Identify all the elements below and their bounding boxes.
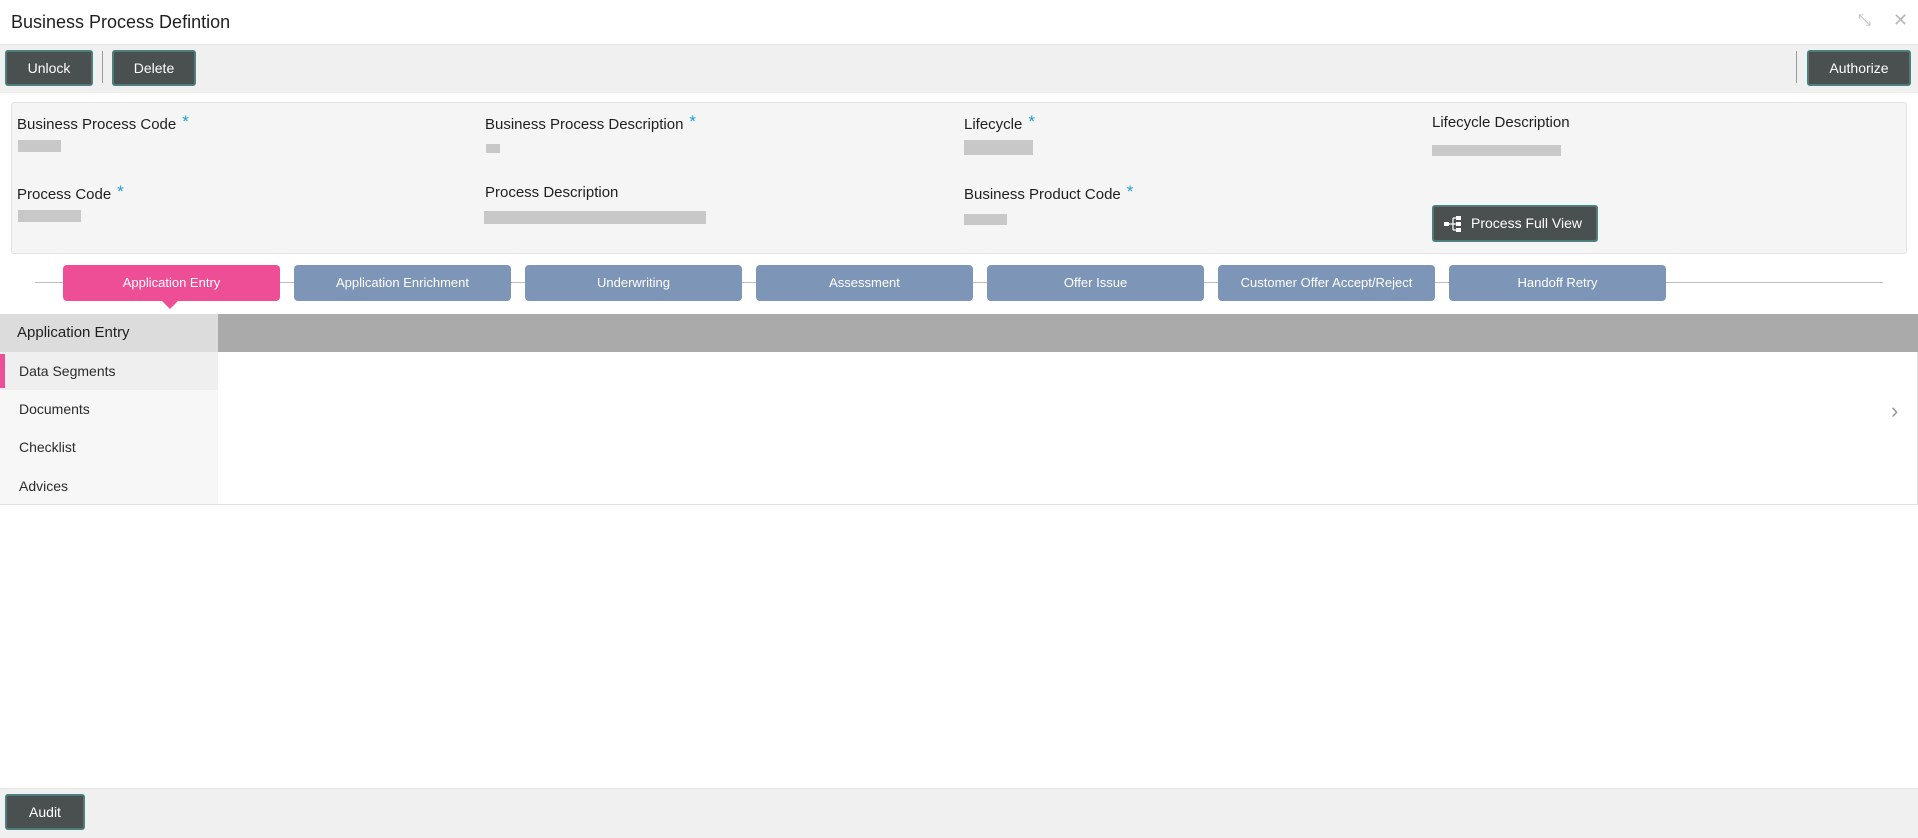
business-process-code-value[interactable] xyxy=(18,140,61,152)
unlock-button[interactable]: Unlock xyxy=(5,50,93,86)
delete-button[interactable]: Delete xyxy=(112,50,196,86)
section-title: Application Entry xyxy=(0,314,218,352)
process-full-view-button[interactable]: Process Full View xyxy=(1432,205,1598,242)
hierarchy-icon xyxy=(1444,216,1461,232)
business-product-code-label: Business Product Code * xyxy=(964,182,1134,203)
required-marker: * xyxy=(689,112,697,131)
authorize-button[interactable]: Authorize xyxy=(1807,50,1911,86)
title-bar: Business Process Defintion ⤡ ✕ xyxy=(0,0,1918,44)
close-icon[interactable]: ✕ xyxy=(1893,10,1908,31)
stage-underwriting[interactable]: Underwriting xyxy=(525,265,742,301)
process-description-value[interactable] xyxy=(484,211,706,224)
chevron-right-icon[interactable]: › xyxy=(1891,398,1898,424)
lifecycle-label: Lifecycle * xyxy=(964,112,1035,133)
section-header-bar xyxy=(218,314,1918,352)
required-marker: * xyxy=(1126,182,1134,201)
page-title: Business Process Defintion xyxy=(11,12,231,32)
active-stage-caret xyxy=(161,300,179,309)
toolbar: Unlock Delete Authorize xyxy=(0,44,1918,93)
audit-button[interactable]: Audit xyxy=(5,794,85,830)
business-product-code-value[interactable] xyxy=(964,214,1007,225)
stage-customer-offer-accept-reject[interactable]: Customer Offer Accept/Reject xyxy=(1218,265,1435,301)
process-header-panel xyxy=(11,102,1907,254)
toolbar-divider xyxy=(1796,51,1797,83)
nav-item-checklist[interactable]: Checklist xyxy=(0,428,218,466)
required-marker: * xyxy=(1028,112,1035,131)
process-code-value[interactable] xyxy=(18,210,81,222)
nav-item-data-segments[interactable]: Data Segments xyxy=(0,352,218,390)
collapse-icon[interactable]: ⤡ xyxy=(1858,12,1871,30)
process-description-label: Process Description xyxy=(485,184,619,201)
lifecycle-value[interactable] xyxy=(964,140,1033,155)
required-marker: * xyxy=(117,182,124,201)
stage-handoff-retry[interactable]: Handoff Retry xyxy=(1449,265,1666,301)
lifecycle-description-value[interactable] xyxy=(1432,145,1561,156)
nav-item-advices[interactable]: Advices xyxy=(0,467,218,505)
lifecycle-description-label: Lifecycle Description xyxy=(1432,114,1570,131)
required-marker: * xyxy=(182,112,189,131)
process-full-view-label: Process Full View xyxy=(1471,215,1583,231)
stage-assessment[interactable]: Assessment xyxy=(756,265,973,301)
section-nav: Data Segments Documents Checklist Advice… xyxy=(0,352,218,504)
footer-bar: Audit xyxy=(0,788,1918,838)
stage-offer-issue[interactable]: Offer Issue xyxy=(987,265,1204,301)
stage-application-enrichment[interactable]: Application Enrichment xyxy=(294,265,511,301)
business-process-code-label: Business Process Code * xyxy=(17,112,189,133)
process-code-label: Process Code * xyxy=(17,182,124,203)
toolbar-divider xyxy=(102,51,103,83)
nav-item-documents[interactable]: Documents xyxy=(0,390,218,428)
business-process-description-label: Business Process Description * xyxy=(485,112,697,133)
stage-application-entry[interactable]: Application Entry xyxy=(63,265,280,301)
business-process-description-value[interactable] xyxy=(486,144,500,153)
